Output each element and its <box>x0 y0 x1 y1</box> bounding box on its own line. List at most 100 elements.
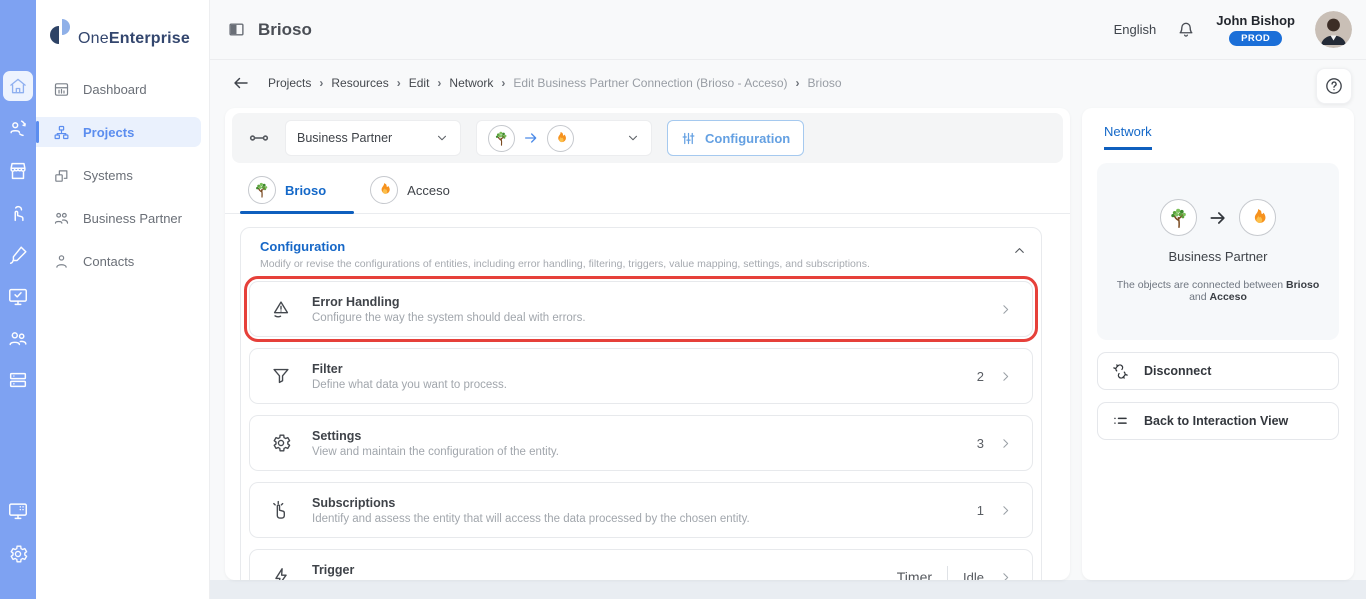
systems-icon <box>55 169 68 182</box>
connection-type-dropdown[interactable]: Business Partner <box>285 120 461 156</box>
item-right: 2 <box>977 369 1012 384</box>
user-name: John Bishop <box>1216 13 1295 28</box>
item-count: 3 <box>976 435 984 451</box>
chevron-right-icon <box>1003 438 1009 448</box>
breadcrumb-connection[interactable]: Edit Business Partner Connection (Brioso… <box>493 76 787 90</box>
sidebar-toggle-icon[interactable] <box>228 21 245 38</box>
item-right: 3 <box>977 436 1012 451</box>
breadcrumb-network[interactable]: Network <box>429 76 493 90</box>
broken-link-icon <box>1113 363 1128 379</box>
brush-icon[interactable] <box>7 244 29 266</box>
configuration-button[interactable]: Configuration <box>667 120 805 156</box>
connection-pair-dropdown[interactable] <box>476 120 652 156</box>
notifications-bell-icon[interactable] <box>1176 20 1196 40</box>
app-root: OneEnterprise Dashboard Projects Systems… <box>0 0 1366 599</box>
config-item-trigger[interactable]: Trigger Configure your trigger. Timer Id… <box>249 549 1033 580</box>
config-item-error-handling[interactable]: Error Handling Configure the way the sys… <box>244 276 1038 342</box>
connection-note-target: Acceso <box>1209 291 1247 303</box>
arrow-right-icon <box>525 133 537 143</box>
sidebar-item-label: Projects <box>83 124 135 140</box>
network-panel: Network Business Partner The objects are… <box>1082 108 1354 580</box>
connection-type-label: Business Partner <box>1168 249 1268 264</box>
home-icon[interactable] <box>3 71 33 101</box>
dashboard-icon <box>54 82 69 96</box>
sidebar-item-label: Dashboard <box>83 81 147 97</box>
touch-icon[interactable] <box>7 202 29 224</box>
connection-note-and: and <box>1189 291 1210 303</box>
disconnect-button[interactable]: Disconnect <box>1097 352 1339 390</box>
connection-type-value: Business Partner <box>297 131 393 145</box>
back-to-interaction-view-label: Back to Interaction View <box>1144 414 1289 428</box>
brioso-tree-icon <box>488 124 515 152</box>
tab-acceso[interactable]: Acceso <box>362 176 478 213</box>
item-description: Define what data you want to process. <box>312 378 507 391</box>
brioso-tree-icon <box>248 176 276 204</box>
gear-icon[interactable] <box>7 543 29 565</box>
chevron-right-icon <box>1003 572 1009 580</box>
settings-gear-icon <box>273 434 291 452</box>
filter-icon <box>273 368 289 384</box>
breadcrumb-projects[interactable]: Projects <box>268 76 311 90</box>
list-icon <box>1114 417 1127 424</box>
sidebar-item-projects[interactable]: Projects <box>36 117 201 147</box>
item-title: Settings <box>312 428 362 443</box>
language-selector[interactable]: English <box>1114 22 1157 37</box>
configuration-section-title: Configuration <box>260 239 346 254</box>
tab-network[interactable]: Network <box>1104 124 1152 150</box>
configuration-section: Configuration Modify or revise the confi… <box>240 227 1042 580</box>
sidebar-item-label: Business Partner <box>83 210 182 226</box>
acceso-flame-icon <box>1239 199 1276 236</box>
help-button[interactable] <box>1316 68 1352 104</box>
divider <box>947 566 949 580</box>
back-to-interaction-view-button[interactable]: Back to Interaction View <box>1097 402 1339 440</box>
item-description: View and maintain the configuration of t… <box>312 445 559 458</box>
arrow-right-icon <box>1210 211 1225 224</box>
marketplace-icon[interactable] <box>7 160 29 182</box>
breadcrumb-resources[interactable]: Resources <box>311 76 388 90</box>
monitor-check-icon[interactable] <box>7 286 29 308</box>
subscriptions-click-icon <box>273 500 285 519</box>
item-description: Identify and assess the entity that will… <box>312 512 750 525</box>
item-count: 2 <box>976 368 984 384</box>
chevron-down-icon <box>437 135 447 141</box>
server-icon[interactable] <box>7 369 29 391</box>
collaboration-icon[interactable] <box>7 117 29 139</box>
top-bar-right: English John Bishop PROD <box>1114 11 1352 48</box>
item-right: Timer Idle <box>897 566 1012 580</box>
sidebar-item-contacts[interactable]: Contacts <box>36 246 201 276</box>
app-icon-strip <box>0 0 36 599</box>
network-connection-card: Business Partner The objects are connect… <box>1097 163 1339 340</box>
users-icon[interactable] <box>7 328 29 350</box>
sliders-icon <box>682 132 695 144</box>
connection-pair <box>488 124 574 152</box>
chevron-up-icon[interactable] <box>1012 243 1027 258</box>
config-item-filter[interactable]: Filter Define what data you want to proc… <box>249 348 1033 404</box>
sidebar-item-business-partner[interactable]: Business Partner <box>36 203 201 233</box>
sidebar-item-systems[interactable]: Systems <box>36 160 201 190</box>
item-title: Trigger <box>312 562 355 577</box>
avatar[interactable] <box>1315 11 1352 48</box>
item-title: Subscriptions <box>312 495 396 510</box>
chevron-right-icon <box>1003 371 1009 381</box>
environment-badge: PROD <box>1229 31 1283 46</box>
item-text: Filter Define what data you want to proc… <box>312 362 507 391</box>
user-block[interactable]: John Bishop PROD <box>1216 13 1295 46</box>
back-arrow-icon[interactable] <box>232 74 250 92</box>
config-item-subscriptions[interactable]: Subscriptions Identify and assess the en… <box>249 482 1033 538</box>
configuration-section-header: Configuration Modify or revise the confi… <box>249 239 1033 270</box>
brand-logo-icon <box>50 19 70 44</box>
chevron-right-icon <box>1003 505 1009 515</box>
item-text: Subscriptions Identify and assess the en… <box>312 496 750 525</box>
chevron-down-icon <box>628 135 638 141</box>
acceso-flame-icon <box>370 176 399 204</box>
sidebar-item-dashboard[interactable]: Dashboard <box>36 74 201 104</box>
monitor-apps-icon[interactable] <box>7 500 29 522</box>
projects-icon <box>54 125 69 139</box>
configuration-section-subtitle: Modify or revise the configurations of e… <box>260 258 870 270</box>
tab-brioso[interactable]: Brioso <box>240 176 355 214</box>
disconnect-button-label: Disconnect <box>1144 364 1212 378</box>
item-text: Error Handling Configure the way the sys… <box>312 295 586 324</box>
sidebar-menu: Dashboard Projects Systems Business Part… <box>36 74 209 276</box>
breadcrumb-edit[interactable]: Edit <box>389 76 430 90</box>
config-item-settings[interactable]: Settings View and maintain the configura… <box>249 415 1033 471</box>
